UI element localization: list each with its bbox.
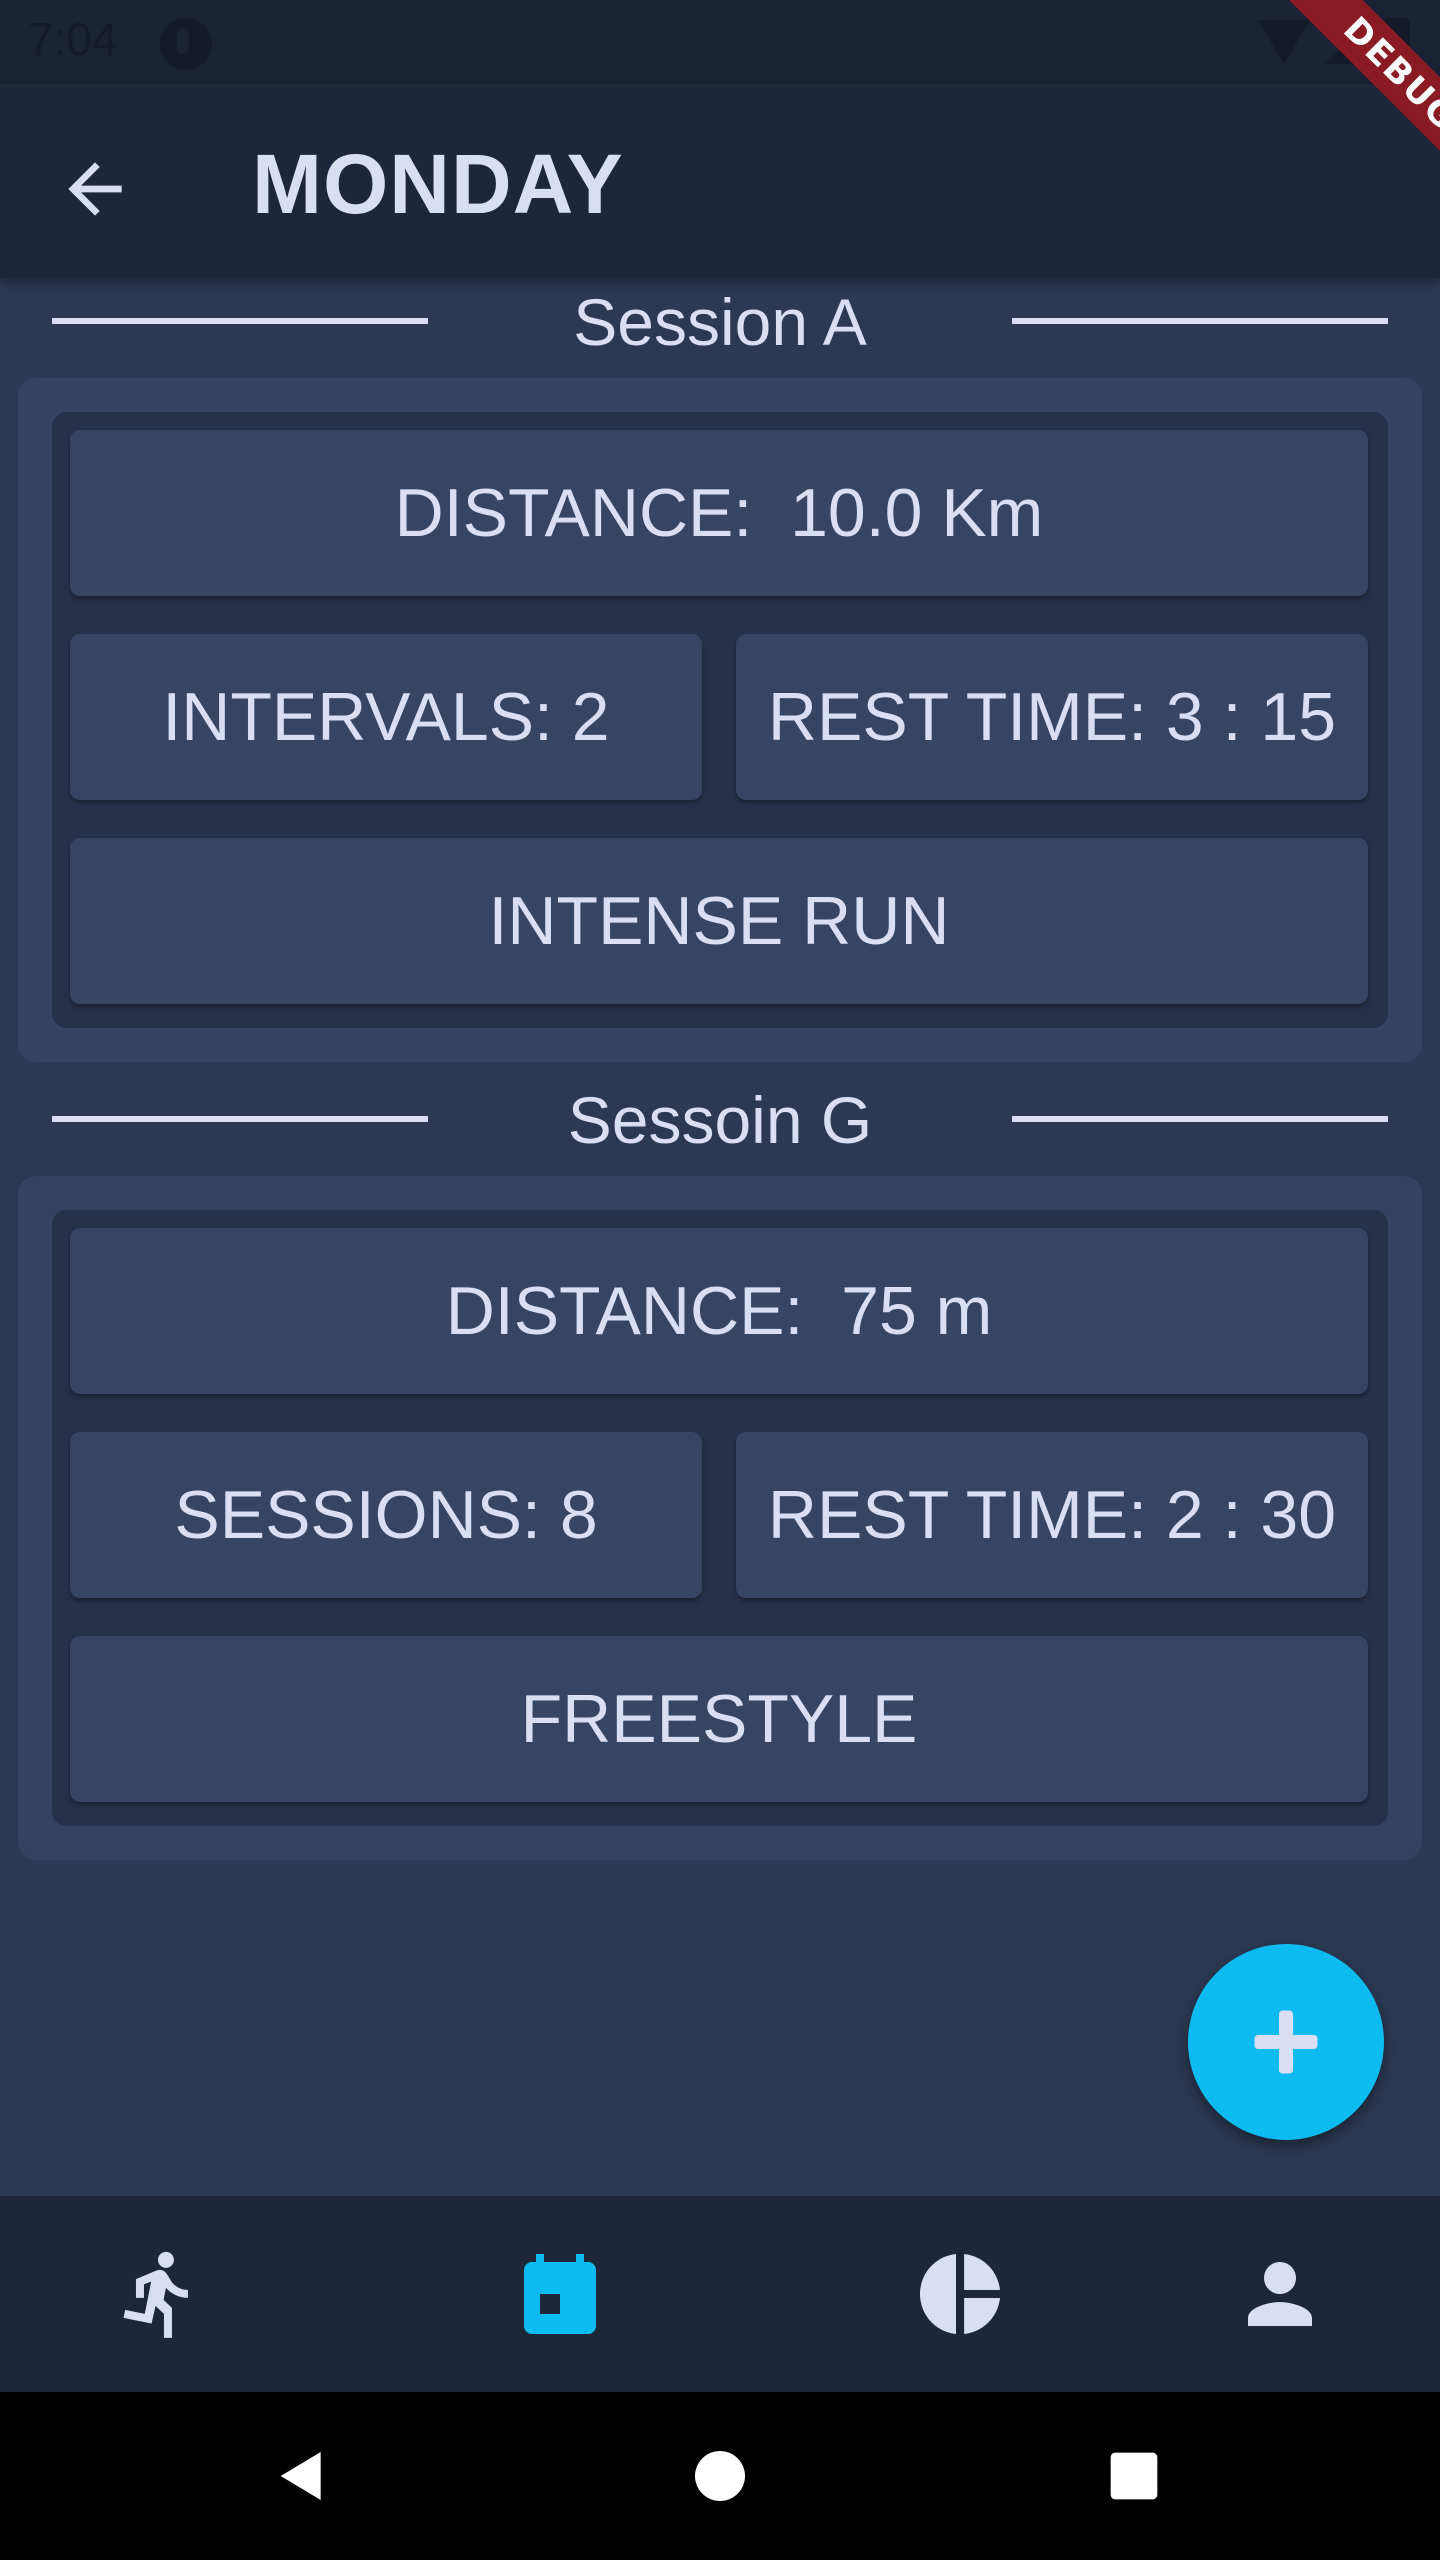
triangle-back-icon bbox=[280, 2452, 321, 2500]
nav-item-stats[interactable] bbox=[900, 2234, 1020, 2354]
wifi-icon bbox=[1258, 20, 1310, 64]
session-card-body: DISTANCE: 75 m SESSIONS: 8 REST TIME: 2 … bbox=[52, 1210, 1388, 1826]
session-title: Session A bbox=[573, 285, 867, 359]
square-recents-icon bbox=[1110, 2452, 1158, 2500]
session-header: Session A bbox=[0, 282, 1440, 362]
divider bbox=[52, 1116, 428, 1122]
session-type-tile[interactable]: INTENSE RUN bbox=[70, 838, 1368, 1004]
back-button[interactable] bbox=[40, 134, 150, 244]
notification-icon bbox=[160, 18, 212, 70]
pie-chart-icon bbox=[920, 2254, 1000, 2334]
page-title: MONDAY bbox=[252, 137, 624, 231]
status-time: 7:04 bbox=[28, 13, 118, 65]
nav-item-calendar[interactable] bbox=[500, 2234, 620, 2354]
session-card-body: DISTANCE: 10.0 Km INTERVALS: 2 REST TIME… bbox=[52, 412, 1388, 1028]
session-card[interactable]: DISTANCE: 75 m SESSIONS: 8 REST TIME: 2 … bbox=[18, 1176, 1422, 1860]
distance-tile[interactable]: DISTANCE: 75 m bbox=[70, 1228, 1368, 1394]
status-bar: 7:04 bbox=[0, 0, 1440, 84]
person-icon bbox=[1248, 2262, 1312, 2326]
system-nav-bar bbox=[0, 2392, 1440, 2560]
rest-time-tile[interactable]: REST TIME: 3 : 15 bbox=[736, 634, 1368, 800]
add-session-button[interactable] bbox=[1188, 1944, 1384, 2140]
session-title: Sessoin G bbox=[567, 1083, 873, 1157]
system-back-button[interactable] bbox=[252, 2426, 352, 2526]
plus-icon bbox=[1254, 2010, 1318, 2074]
distance-tile[interactable]: DISTANCE: 10.0 Km bbox=[70, 430, 1368, 596]
arrow-back-icon bbox=[68, 162, 122, 216]
divider bbox=[1012, 1116, 1388, 1122]
divider bbox=[1012, 318, 1388, 324]
system-recents-button[interactable] bbox=[1084, 2426, 1184, 2526]
intervals-tile[interactable]: INTERVALS: 2 bbox=[70, 634, 702, 800]
rest-time-tile[interactable]: REST TIME: 2 : 30 bbox=[736, 1432, 1368, 1598]
session-card[interactable]: DISTANCE: 10.0 Km INTERVALS: 2 REST TIME… bbox=[18, 378, 1422, 1062]
calendar-icon bbox=[524, 2254, 596, 2334]
divider bbox=[52, 318, 428, 324]
nav-item-running[interactable] bbox=[100, 2234, 220, 2354]
system-home-button[interactable] bbox=[670, 2426, 770, 2526]
sessions-count-tile[interactable]: SESSIONS: 8 bbox=[70, 1432, 702, 1598]
running-icon bbox=[123, 2251, 188, 2338]
app-bar: MONDAY bbox=[0, 84, 1440, 278]
session-type-tile[interactable]: FREESTYLE bbox=[70, 1636, 1368, 1802]
nav-item-profile[interactable] bbox=[1220, 2234, 1340, 2354]
circle-home-icon bbox=[695, 2451, 745, 2501]
bottom-nav bbox=[0, 2196, 1440, 2392]
session-header: Sessoin G bbox=[0, 1080, 1440, 1160]
